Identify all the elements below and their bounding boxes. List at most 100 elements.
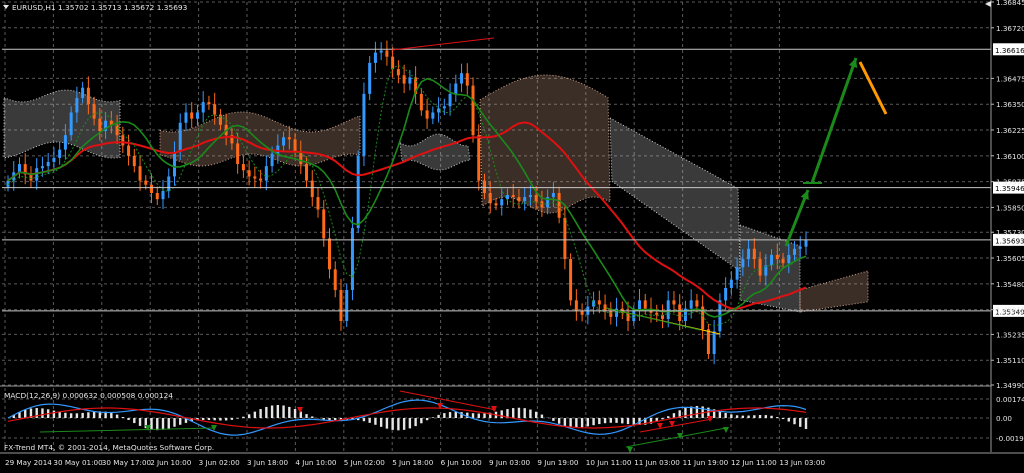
candle-bull <box>793 249 796 255</box>
time-axis-label: 9 Jun 03:00 <box>489 458 531 467</box>
macd-histogram-bar <box>248 414 250 418</box>
macd-histogram-bar <box>122 417 124 418</box>
macd-histogram-bar <box>259 409 261 418</box>
candle-bull <box>431 112 434 118</box>
time-axis-label: 2 Jun 10:00 <box>150 458 192 467</box>
candle-bear <box>93 104 96 118</box>
candle-bear <box>190 112 193 118</box>
candle-bull <box>741 259 744 267</box>
candle-bull <box>18 164 21 172</box>
candle-bear <box>248 170 251 176</box>
candle-bear <box>707 329 710 354</box>
candle-bull <box>454 84 457 94</box>
candle-bear <box>678 304 681 321</box>
candle-bear <box>477 135 480 180</box>
candle-bear <box>288 137 291 139</box>
macd-histogram-bar <box>133 418 135 423</box>
macd-histogram-bar <box>541 415 543 418</box>
candle-bull <box>173 152 176 177</box>
macd-histogram-bar <box>633 418 635 425</box>
macd-histogram-bar <box>437 415 439 418</box>
chart-svg[interactable]: 1.366161.359461.356931.353491.368451.367… <box>0 0 1024 469</box>
macd-histogram-bar <box>730 414 732 418</box>
price-axis-label: 1.36100 <box>996 152 1024 161</box>
price-axis-label: 1.36475 <box>996 74 1024 83</box>
macd-histogram-bar <box>483 413 485 418</box>
macd-histogram-bar <box>242 417 244 418</box>
candle-bull <box>351 228 354 290</box>
macd-histogram-bar <box>93 412 95 418</box>
footer-copyright: FX-Trend MT4, © 2001-2014, MetaQuotes So… <box>4 443 214 452</box>
candle-bull <box>500 199 503 205</box>
candle-bear <box>598 300 601 304</box>
macd-histogram-bar <box>512 408 514 418</box>
macd-histogram-bar <box>213 418 215 420</box>
macd-histogram-bar <box>782 418 784 419</box>
price-axis-label: 1.35235 <box>996 330 1024 339</box>
macd-histogram-bar <box>397 418 399 430</box>
macd-histogram-bar <box>391 418 393 430</box>
macd-histogram-bar <box>627 418 629 424</box>
macd-histogram-bar <box>535 412 537 418</box>
candle-bull <box>47 162 50 166</box>
macd-histogram-bar <box>621 418 623 423</box>
macd-histogram-bar <box>162 418 164 430</box>
time-axis-label: 4 Jun 10:00 <box>295 458 337 467</box>
level-price-label: 1.35693 <box>995 236 1024 245</box>
candle-bull <box>345 290 348 321</box>
macd-histogram-bar <box>529 410 531 418</box>
candle-bull <box>449 94 452 106</box>
candle-bull <box>787 255 790 263</box>
macd-histogram-bar <box>328 418 330 420</box>
macd-histogram-bar <box>116 415 118 418</box>
macd-histogram-bar <box>363 418 365 421</box>
macd-histogram-bar <box>76 413 78 418</box>
macd-histogram-bar <box>294 409 296 418</box>
candle-bear <box>334 269 337 290</box>
macd-histogram-bar <box>805 418 807 429</box>
price-axis-label: 1.35480 <box>996 280 1024 289</box>
macd-histogram-bar <box>323 418 325 419</box>
macd-histogram-bar <box>799 418 801 427</box>
candle-bull <box>58 150 61 158</box>
macd-histogram-bar <box>558 418 560 424</box>
macd-histogram-bar <box>673 413 675 418</box>
candle-bear <box>305 164 308 181</box>
candle-bear <box>259 179 262 181</box>
candle-bull <box>799 247 802 249</box>
candle-bull <box>690 300 693 308</box>
candle-bear <box>322 210 325 239</box>
macd-histogram-bar <box>426 418 428 420</box>
candle-bear <box>466 73 469 85</box>
chart-window[interactable]: 1.366161.359461.356931.353491.368451.367… <box>0 0 1024 469</box>
macd-histogram-bar <box>277 405 279 418</box>
macd-histogram-bar <box>64 413 66 418</box>
macd-histogram-bar <box>667 416 669 418</box>
macd-histogram-bar <box>592 418 594 425</box>
macd-histogram-bar <box>569 418 571 427</box>
candle-bear <box>782 259 785 263</box>
macd-histogram-bar <box>552 418 554 421</box>
candle-bear <box>489 193 492 203</box>
candle-bear <box>472 86 475 136</box>
candle-bull <box>41 166 44 168</box>
candle-bear <box>420 94 423 111</box>
price-axis-label: 1.36350 <box>996 100 1024 109</box>
time-axis-label: 30 May 01:00 <box>53 458 103 467</box>
candle-bear <box>133 156 136 166</box>
candle-bear <box>753 249 756 259</box>
macd-histogram-bar <box>236 418 238 419</box>
macd-histogram-bar <box>156 418 158 430</box>
time-axis-label: 6 Jun 10:00 <box>441 458 483 467</box>
macd-histogram-bar <box>110 413 112 418</box>
candle-bear <box>483 181 486 193</box>
macd-histogram-bar <box>742 416 744 418</box>
price-axis-label: 1.35355 <box>996 306 1024 315</box>
macd-histogram-bar <box>604 418 606 423</box>
price-axis-label: 1.36845 <box>996 0 1024 7</box>
candle-bear <box>339 290 342 321</box>
macd-histogram-bar <box>380 418 382 427</box>
macd-axis-label: -0.00190 <box>996 434 1024 443</box>
macd-histogram-bar <box>523 408 525 418</box>
candle-bear <box>121 135 124 145</box>
